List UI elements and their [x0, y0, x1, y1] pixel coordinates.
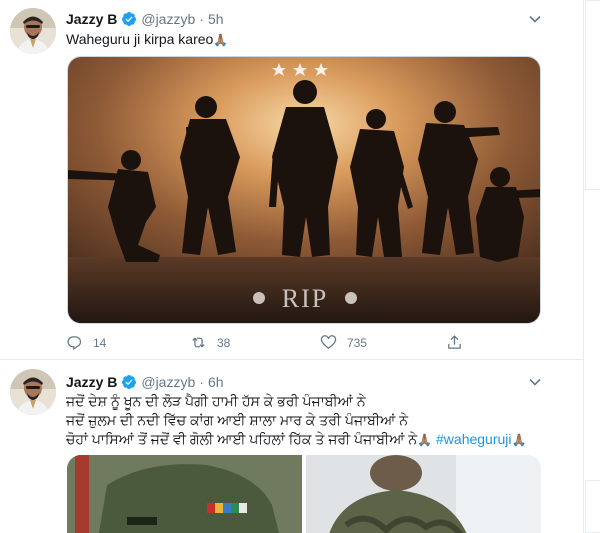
- ribbon-bar: [207, 503, 247, 513]
- medal-right: [345, 292, 357, 304]
- display-name[interactable]: Jazzy B: [66, 374, 117, 390]
- reply-count: 14: [93, 335, 107, 350]
- tweet-text: Waheguru ji kirpa kareo🙏🏽: [66, 30, 228, 50]
- tweet[interactable]: Jazzy B @jazzyb · 6h ਜਦੋਂ ਦੇਸ਼ ਨੂੰ ਖੂਨ ਦ…: [0, 361, 584, 533]
- user-handle[interactable]: @jazzyb: [141, 374, 195, 390]
- retweet-icon: [192, 337, 205, 348]
- tweet-header: Jazzy B @jazzyb · 6h: [66, 373, 224, 391]
- emoji-folded-hands: 🙏🏽: [511, 433, 527, 447]
- avatar[interactable]: [10, 8, 56, 54]
- tweet-text-line: ਜਦੋਂ ਦੇਸ਼ ਨੂੰ ਖੂਨ ਦੀ ਲੋੜ ਪੈਗੀ ਹਾਮੀ ਹੱਸ ਕ…: [66, 393, 366, 409]
- display-name[interactable]: Jazzy B: [66, 11, 117, 27]
- retweet-count: 38: [217, 335, 231, 350]
- retweet-button[interactable]: 38: [190, 334, 230, 351]
- tweet-image-right[interactable]: [306, 455, 541, 533]
- tweet-image[interactable]: RIP: [67, 56, 541, 324]
- timeline: Jazzy B @jazzyb · 5h Waheguru ji kirpa k…: [0, 0, 584, 533]
- emoji-folded-hands: 🙏🏽: [213, 33, 229, 47]
- share-button[interactable]: [446, 334, 463, 351]
- image-caption: RIP: [282, 284, 328, 313]
- tweet-actions: 14 38 735: [66, 334, 476, 354]
- tweet-image-grid: [67, 455, 541, 533]
- sidebar-card: [585, 480, 600, 533]
- share-icon: [448, 335, 461, 349]
- avatar[interactable]: [10, 369, 56, 415]
- user-handle[interactable]: @jazzyb: [141, 11, 195, 27]
- timestamp[interactable]: 6h: [208, 374, 224, 390]
- tweet-image-left[interactable]: [67, 455, 302, 533]
- right-sidebar-edge: [585, 0, 600, 533]
- like-count: 735: [347, 335, 368, 350]
- sidebar-card: [585, 0, 600, 190]
- tweet-text-line: ਜਦੋਂ ਜ਼ੁਲਮ ਦੀ ਨਦੀ ਵਿੱਚ ਕਾਂਗ ਆਈ ਸ਼ਾਲਾ ਮਾਰ…: [66, 412, 409, 428]
- chevron-down-icon[interactable]: [528, 375, 542, 389]
- medal-left: [253, 292, 265, 304]
- hashtag-link[interactable]: #waheguruji: [436, 431, 512, 447]
- verified-badge-icon: [122, 12, 137, 26]
- timestamp[interactable]: 5h: [208, 11, 224, 27]
- emoji-folded-hands: 🙏🏽: [417, 433, 433, 447]
- tweet-text-line-body: ਚੋਹਾਂ ਪਾਸਿਆਂ ਤੋਂ ਜਦੋਂ ਵੀ ਗੋਲੀ ਆਈ ਪਹਿਲਾਂ …: [66, 431, 418, 447]
- tweet-text-line-last: ਚੋਹਾਂ ਪਾਸਿਆਂ ਤੋਂ ਜਦੋਂ ਵੀ ਗੋਲੀ ਆਈ ਪਹਿਲਾਂ …: [66, 430, 576, 450]
- separator: ·: [199, 374, 204, 390]
- chevron-down-icon[interactable]: [528, 12, 542, 26]
- verified-badge-icon: [122, 375, 137, 389]
- like-button[interactable]: 735: [320, 334, 367, 351]
- tweet-text-body: Waheguru ji kirpa kareo: [66, 31, 214, 47]
- tweet-header: Jazzy B @jazzyb · 5h: [66, 10, 224, 28]
- tweet[interactable]: Jazzy B @jazzyb · 5h Waheguru ji kirpa k…: [0, 0, 584, 360]
- reply-icon: [67, 336, 82, 351]
- tweet-text: ਜਦੋਂ ਦੇਸ਼ ਨੂੰ ਖੂਨ ਦੀ ਲੋੜ ਪੈਗੀ ਹਾਮੀ ਹੱਸ ਕ…: [66, 392, 576, 450]
- reply-button[interactable]: 14: [66, 334, 106, 351]
- separator: ·: [199, 11, 204, 27]
- heart-icon: [320, 335, 337, 349]
